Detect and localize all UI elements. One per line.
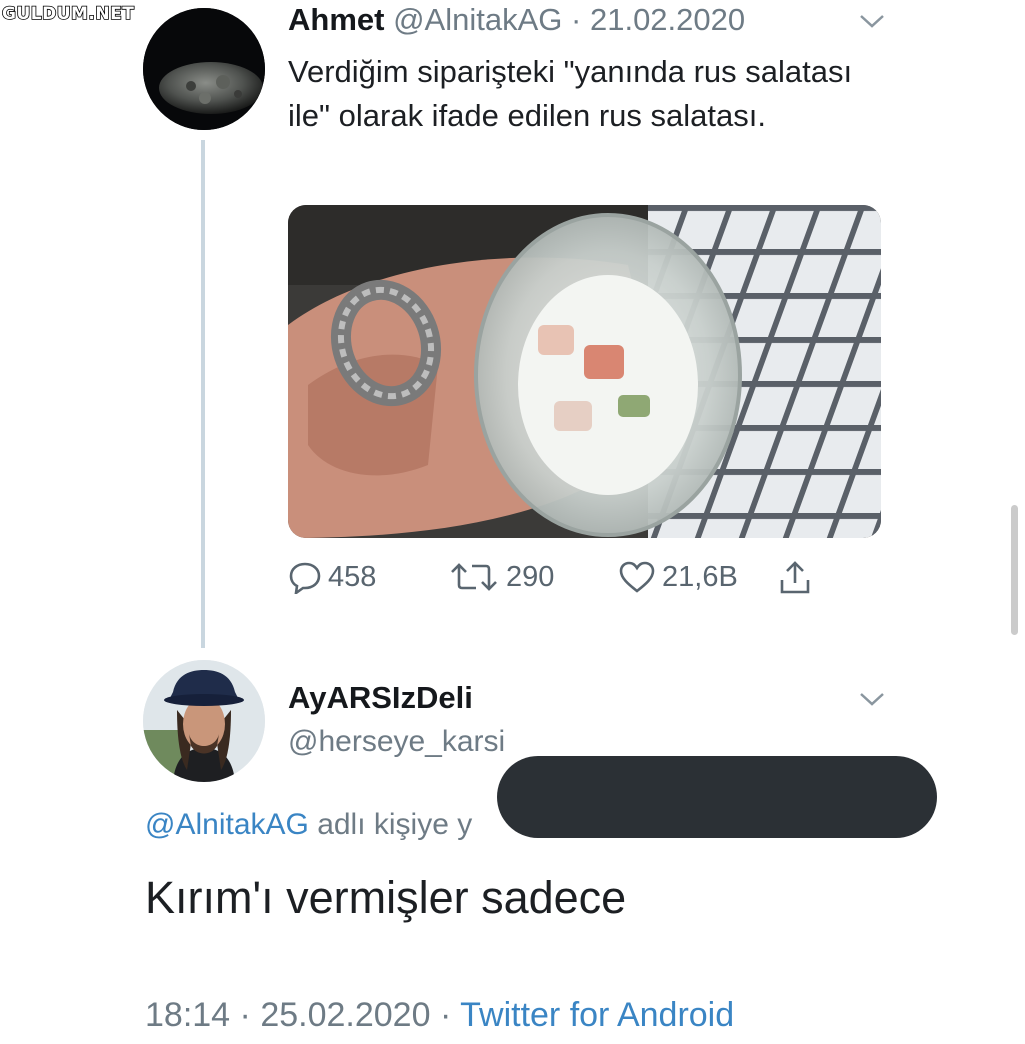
replying-to-label: adlı kişiye y [317, 808, 473, 841]
reply-date: 25.02.2020 [260, 996, 431, 1034]
reply-time: 18:14 [145, 996, 231, 1034]
reply-count: 458 [328, 560, 377, 593]
reply-author-avatar[interactable] [143, 660, 265, 782]
salad-container-photo [288, 205, 881, 538]
chevron-down-icon[interactable] [858, 12, 886, 30]
tweet-media[interactable] [288, 205, 881, 538]
chevron-down-icon[interactable] [858, 690, 886, 708]
share-icon [780, 561, 810, 594]
reply-action[interactable]: 458 [288, 560, 376, 594]
reply-icon [289, 562, 321, 594]
moon-avatar-icon [143, 8, 265, 130]
meta-separator: · [239, 996, 251, 1034]
person-avatar-icon [143, 660, 265, 782]
like-count: 21,6B [662, 560, 738, 593]
thread-connector [201, 140, 205, 648]
tweet-header: Ahmet @AlnitakAG · 21.02.2020 [288, 2, 745, 38]
reply-author-name[interactable]: AyARSIzDeli [288, 680, 473, 716]
author-handle[interactable]: @AlnitakAG [393, 2, 562, 37]
tweet-date[interactable]: 21.02.2020 [590, 2, 745, 37]
replying-to-mention[interactable]: @AlnitakAG [145, 808, 309, 841]
author-avatar[interactable] [143, 8, 265, 130]
retweet-action[interactable]: 290 [448, 560, 554, 594]
like-action[interactable]: 21,6B [618, 560, 738, 594]
share-action[interactable] [778, 560, 812, 596]
site-watermark: GULDUM.NET [1, 3, 135, 25]
redaction-bar [497, 756, 937, 838]
reply-text: Kırım'ı vermişler sadece [145, 872, 627, 923]
replying-to-line: @AlnitakAG adlı kişiye y [145, 808, 472, 842]
meta-separator: · [439, 996, 452, 1034]
tweet-text: Verdiğim siparişteki "yanında rus salata… [288, 54, 853, 133]
client-link[interactable]: Twitter for Android [460, 996, 734, 1034]
heart-icon [619, 561, 655, 593]
reply-meta: 18:14 · 25.02.2020 · Twitter for Android [145, 996, 734, 1035]
header-separator: · [571, 2, 582, 37]
reply-author-handle[interactable]: @herseye_karsi [288, 725, 505, 759]
retweet-icon [451, 563, 497, 591]
retweet-count: 290 [506, 560, 555, 593]
scrollbar[interactable] [1011, 505, 1018, 635]
author-name[interactable]: Ahmet [288, 2, 384, 37]
